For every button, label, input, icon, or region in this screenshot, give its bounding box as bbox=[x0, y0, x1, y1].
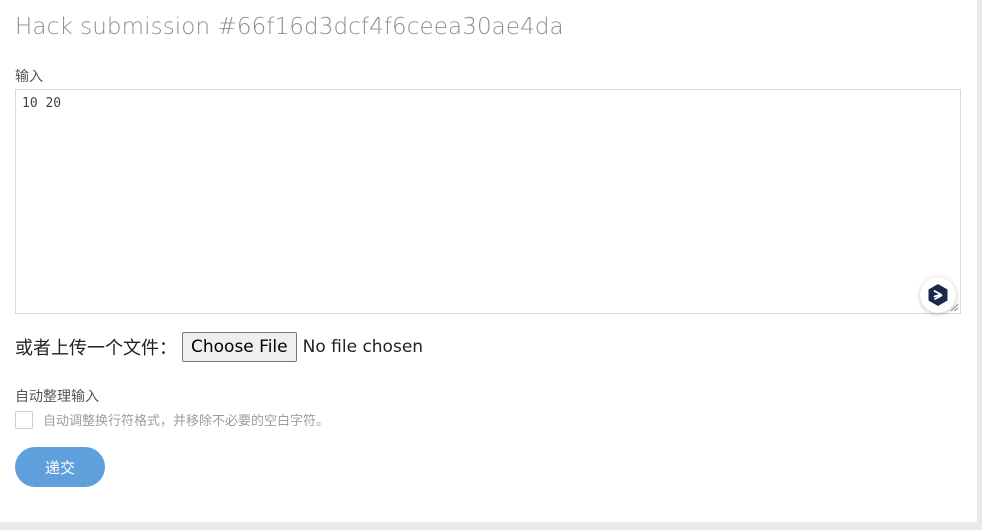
file-status: No file chosen bbox=[302, 337, 424, 357]
input-textarea[interactable]: 10 20 bbox=[15, 89, 961, 314]
deepseek-icon bbox=[928, 284, 948, 306]
input-label: 输入 bbox=[15, 69, 43, 85]
auto-format-option[interactable]: 自动调整换行符格式，并移除不必要的空白字符。 bbox=[15, 410, 329, 429]
choose-file-button[interactable]: Choose File bbox=[182, 332, 297, 362]
file-upload-row: 或者上传一个文件： Choose File No file chosen bbox=[15, 332, 423, 362]
page-title: Hack submission #66f16d3dcf4f6ceea30ae4d… bbox=[15, 14, 564, 40]
submit-button[interactable]: 递交 bbox=[15, 447, 105, 487]
hack-submission-panel: Hack submission #66f16d3dcf4f6ceea30ae4d… bbox=[0, 0, 978, 522]
auto-format-checkbox-label[interactable]: 自动调整换行符格式，并移除不必要的空白字符。 bbox=[43, 410, 329, 429]
resize-grip-icon[interactable] bbox=[949, 302, 959, 312]
auto-format-checkbox[interactable] bbox=[15, 410, 33, 429]
auto-format-label: 自动整理输入 bbox=[15, 389, 99, 405]
upload-label: 或者上传一个文件： bbox=[15, 338, 177, 359]
